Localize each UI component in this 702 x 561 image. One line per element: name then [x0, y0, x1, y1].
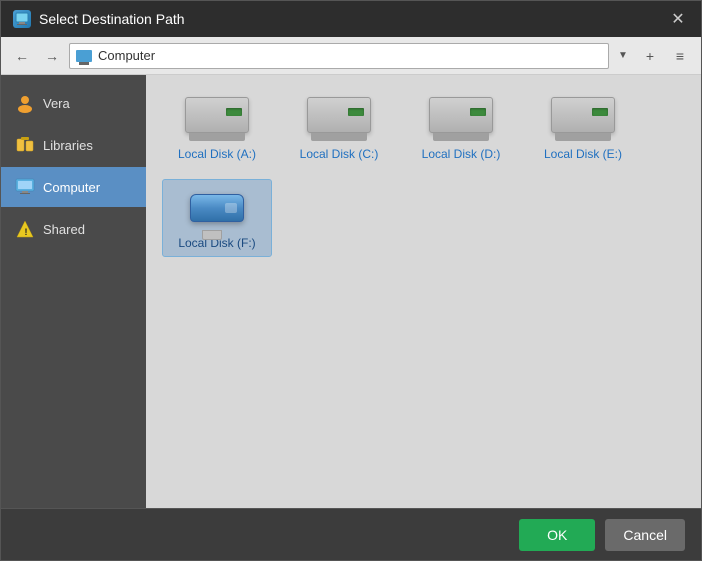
sidebar-item-computer-label: Computer	[43, 180, 100, 195]
new-folder-button[interactable]: +	[637, 43, 663, 69]
dialog-icon	[13, 10, 31, 28]
disk-a-icon	[185, 97, 249, 141]
sidebar-item-vera[interactable]: Vera	[1, 83, 146, 123]
toolbar-actions: + ≡	[637, 43, 693, 69]
dialog: Select Destination Path ✕ ← → Computer ▼…	[0, 0, 702, 561]
file-item-disk-c[interactable]: Local Disk (C:)	[284, 91, 394, 167]
file-item-disk-f[interactable]: Local Disk (F:)	[162, 179, 272, 257]
address-text: Computer	[98, 48, 155, 63]
sidebar: Vera Libraries	[1, 75, 146, 508]
title-bar-left: Select Destination Path	[13, 10, 185, 28]
file-item-disk-a[interactable]: Local Disk (A:)	[162, 91, 272, 167]
footer: OK Cancel	[1, 508, 701, 560]
sidebar-item-shared[interactable]: ! Shared	[1, 209, 146, 249]
back-button[interactable]: ←	[9, 43, 35, 69]
disk-f-icon	[185, 186, 249, 230]
disk-e-label: Local Disk (E:)	[544, 147, 622, 161]
ok-button[interactable]: OK	[519, 519, 595, 551]
sidebar-item-libraries-label: Libraries	[43, 138, 93, 153]
title-bar: Select Destination Path ✕	[1, 1, 701, 37]
svg-text:!: !	[25, 227, 28, 237]
file-item-disk-e[interactable]: Local Disk (E:)	[528, 91, 638, 167]
disk-e-icon	[551, 97, 615, 141]
dialog-title: Select Destination Path	[39, 11, 185, 27]
main-content: Vera Libraries	[1, 75, 701, 508]
file-item-disk-d[interactable]: Local Disk (D:)	[406, 91, 516, 167]
libraries-icon	[15, 135, 35, 155]
sidebar-item-libraries[interactable]: Libraries	[1, 125, 146, 165]
view-button[interactable]: ≡	[667, 43, 693, 69]
sidebar-item-vera-label: Vera	[43, 96, 70, 111]
file-area: Local Disk (A:) Local Disk (C:) Local Di…	[146, 75, 701, 508]
close-button[interactable]: ✕	[667, 8, 689, 30]
cancel-button[interactable]: Cancel	[605, 519, 685, 551]
forward-button[interactable]: →	[39, 43, 65, 69]
address-bar: Computer	[69, 43, 609, 69]
user-icon	[15, 93, 35, 113]
disk-a-label: Local Disk (A:)	[178, 147, 256, 161]
disk-d-label: Local Disk (D:)	[422, 147, 501, 161]
disk-c-icon	[307, 97, 371, 141]
shared-icon: !	[15, 219, 35, 239]
address-dropdown-button[interactable]: ▼	[613, 46, 633, 66]
disk-d-icon	[429, 97, 493, 141]
address-computer-icon	[76, 50, 92, 62]
toolbar: ← → Computer ▼ + ≡	[1, 37, 701, 75]
sidebar-item-computer[interactable]: Computer	[1, 167, 146, 207]
sidebar-item-shared-label: Shared	[43, 222, 85, 237]
computer-icon	[15, 177, 35, 197]
disk-c-label: Local Disk (C:)	[300, 147, 379, 161]
